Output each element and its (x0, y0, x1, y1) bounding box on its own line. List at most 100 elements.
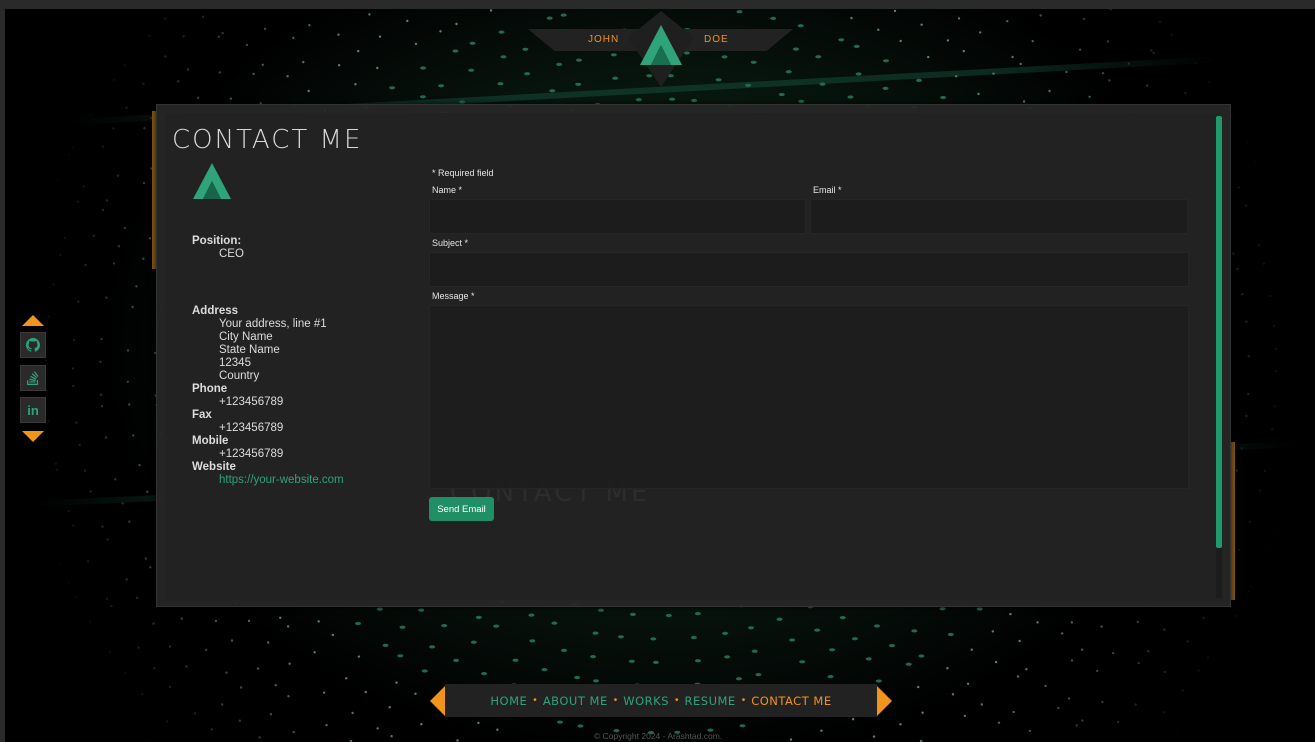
nav-item-about-me[interactable]: ABOUT ME (537, 694, 614, 708)
contact-logo-icon (193, 163, 231, 199)
nav-item-resume[interactable]: RESUME (679, 694, 742, 708)
globe-dot (99, 360, 102, 363)
stackoverflow-button[interactable] (20, 365, 46, 391)
nav-item-works[interactable]: WORKS (617, 694, 675, 708)
website-link[interactable]: https://your-website.com (219, 474, 344, 486)
globe-dot (1009, 612, 1012, 616)
github-button[interactable] (20, 332, 46, 358)
globe-dot (1304, 524, 1307, 527)
globe-dot (528, 613, 535, 617)
nav-item-contact-me[interactable]: CONTACT ME (745, 694, 837, 708)
subject-label: Subject * (432, 238, 469, 248)
globe-dot (31, 108, 34, 112)
globe-dot (1219, 52, 1223, 55)
globe-dot (1247, 590, 1251, 593)
email-input[interactable] (810, 199, 1188, 234)
globe-dot (694, 612, 701, 616)
globe-dot (1249, 640, 1252, 644)
globe-dot (1270, 196, 1273, 199)
globe-dot (71, 367, 75, 370)
globe-dot (148, 34, 151, 37)
globe-dot (921, 711, 924, 714)
globe-dot (144, 557, 147, 560)
globe-dot (247, 619, 251, 623)
social-down-arrow-icon[interactable] (22, 431, 44, 442)
globe-dot (1309, 226, 1312, 229)
nav-next-arrow-icon[interactable] (877, 686, 892, 716)
address-line: City Name (219, 331, 273, 343)
linkedin-button[interactable]: in (20, 397, 46, 423)
globe-dot (142, 181, 146, 185)
globe-dot (1262, 262, 1266, 265)
globe-dot (1101, 72, 1105, 75)
globe-dot (455, 22, 458, 26)
globe-dot (1070, 621, 1074, 624)
send-email-button[interactable]: Send Email (429, 497, 494, 521)
globe-dot (131, 305, 134, 309)
globe-dot (88, 620, 92, 623)
globe-dot (395, 681, 398, 684)
globe-dot (414, 42, 418, 46)
globe-dot (847, 95, 854, 99)
globe-dot (1233, 707, 1236, 710)
globe-dot (302, 60, 305, 64)
globe-dot (1070, 659, 1074, 662)
globe-dot (1186, 640, 1190, 643)
globe-dot (1289, 563, 1293, 566)
globe-dot (977, 92, 980, 96)
globe-dot (1078, 48, 1082, 51)
globe-dot (1310, 505, 1313, 508)
globe-dot (1012, 710, 1015, 714)
globe-dot (1280, 95, 1283, 98)
social-up-arrow-icon[interactable] (22, 315, 44, 326)
globe-dot (108, 651, 112, 654)
globe-dot (74, 596, 78, 599)
globe-dot (1202, 616, 1205, 620)
globe-dot (112, 262, 116, 265)
globe-dot (376, 727, 379, 730)
globe-dot (940, 95, 947, 100)
email-label: Email * (813, 185, 842, 195)
globe-dot (269, 713, 273, 716)
nav-prev-arrow-icon[interactable] (430, 686, 445, 716)
globe-dot (529, 639, 536, 643)
globe-dot (357, 655, 361, 658)
globe-dot (47, 420, 50, 423)
globe-dot (225, 671, 228, 674)
globe-dot (355, 621, 361, 626)
globe-dot (635, 98, 642, 102)
globe-dot (124, 672, 127, 675)
nav-item-home[interactable]: HOME (484, 694, 533, 708)
globe-dot (889, 644, 895, 648)
subject-input[interactable] (429, 252, 1189, 287)
brand-header[interactable]: JOHN DOE (528, 9, 793, 89)
globe-dot (1152, 51, 1155, 54)
globe-dot (292, 730, 295, 734)
github-icon (26, 338, 40, 352)
globe-dot (419, 95, 426, 99)
position-block: Position: CEO (192, 235, 244, 261)
globe-dot (789, 638, 796, 642)
globe-dot (114, 478, 117, 481)
globe-dot (261, 63, 264, 66)
globe-dot (421, 669, 428, 673)
globe-dot (1057, 706, 1060, 710)
globe-dot (739, 724, 746, 728)
globe-dot (665, 613, 672, 618)
globe-dot (1276, 213, 1279, 216)
globe-dot (89, 24, 92, 28)
globe-dot (106, 691, 110, 695)
globe-dot (1301, 80, 1305, 83)
globe-dot (1299, 424, 1302, 427)
scrollbar-thumb[interactable] (1216, 116, 1222, 548)
name-input[interactable] (429, 199, 806, 234)
globe-dot (1137, 661, 1140, 665)
globe-dot (441, 624, 448, 628)
globe-dot (67, 509, 70, 513)
globe-dot (77, 300, 80, 303)
globe-dot (452, 49, 459, 53)
globe-dot (951, 693, 955, 696)
message-textarea[interactable] (429, 305, 1189, 489)
globe-dot (1236, 267, 1239, 271)
globe-dot (1245, 414, 1248, 418)
